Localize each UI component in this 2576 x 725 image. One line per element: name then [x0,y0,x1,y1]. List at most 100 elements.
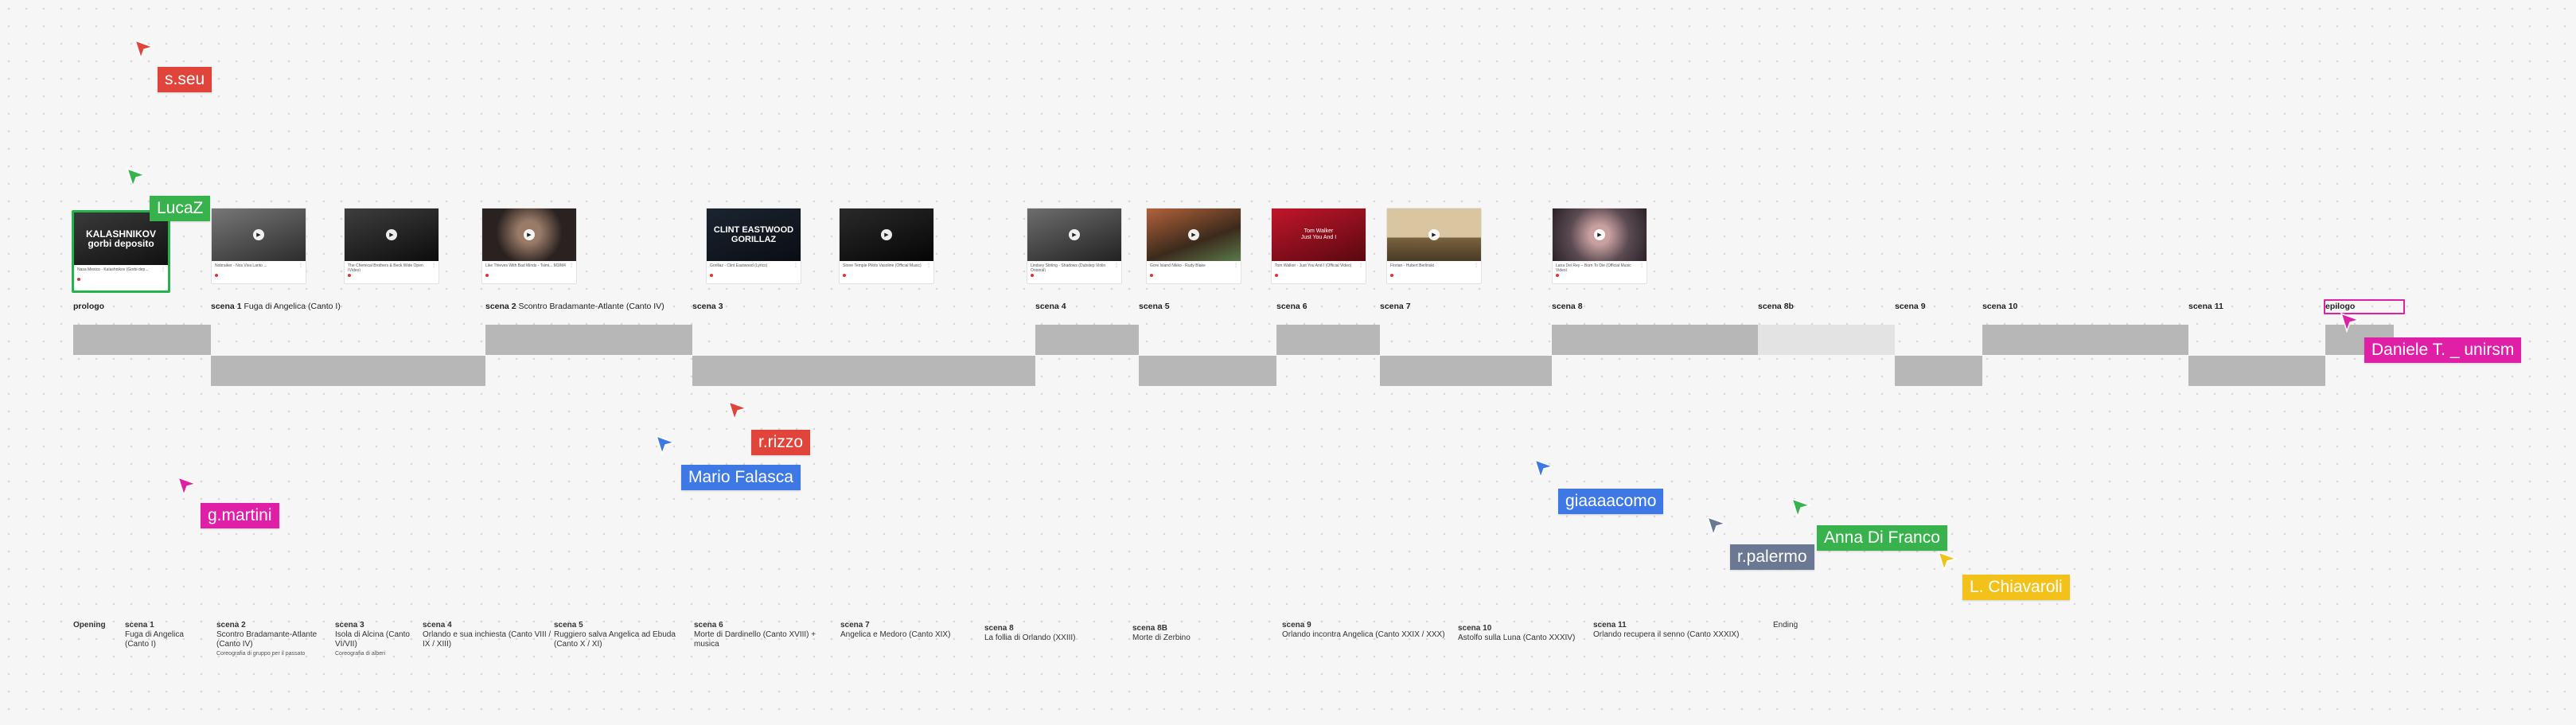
video-thumbnail[interactable]: CLINT EASTWOOD GORILLAZ [707,209,801,261]
video-title: Nasa Mexico - Kalashnikov (Gorbi dep... [77,267,149,272]
note-line: La follia di Orlando (XXIII) [984,633,1076,642]
more-options-icon[interactable]: ⋮ [1114,263,1119,268]
timeline-block-scena-7[interactable] [1380,356,1552,386]
video-title: The Chemical Brothers & Beck Wide Open (… [348,263,423,271]
more-options-icon[interactable]: ⋮ [1233,263,1238,268]
scene-label-6[interactable]: scena 6 [1276,302,1307,311]
video-thumbnail[interactable]: ▶ [1387,209,1481,261]
video-thumbnail[interactable]: ▶ [1147,209,1241,261]
note-scena-2[interactable]: scena 2 Scontro Bradamante-Atlante (Cant… [216,621,317,659]
scene-label-10[interactable]: scena 10 [1982,302,2017,311]
cursor-arrow-icon [126,167,146,188]
play-icon[interactable]: ▶ [524,229,535,240]
note-scena-1[interactable]: scena 1 Fuga di Angelica (Canto I) [125,621,184,649]
timeline-block-scena-4[interactable] [1035,325,1139,355]
timeline-block-scena-6[interactable] [1276,325,1380,355]
video-card-5[interactable]: CLINT EASTWOOD GORILLAZ Gorillaz - Clint… [706,208,801,284]
video-thumbnail[interactable]: ▶ [840,209,933,261]
note-scena-6[interactable]: scena 6 Morte di Dardinello (Canto XVIII… [694,621,816,649]
more-options-icon[interactable]: ⋮ [793,263,798,268]
scene-label-7[interactable]: scena 7 [1380,302,1411,311]
scene-label-2[interactable]: scena 2 Scontro Bradamante-Atlante (Cant… [485,302,664,311]
more-options-icon[interactable]: ⋮ [1474,263,1479,268]
video-card-2[interactable]: ▶ Nobraiker - Nos Viva Lanto ... ⋮ [211,208,306,284]
note-scena-11[interactable]: scena 11 Orlando recupera il senno (Cant… [1593,621,1739,640]
scene-label-bold: scena 11 [2188,302,2223,311]
note-scena-9[interactable]: scena 9 Orlando incontra Angelica (Canto… [1282,621,1445,640]
video-card-4[interactable]: ▶ Like Thieves With Bad Minds - Tsimi...… [481,208,577,284]
note-line: Orlando e sua inchiesta (Canto VIII / [423,630,551,639]
video-title: Florian - Hubert Berlinski [1390,263,1435,268]
more-options-icon[interactable]: ⋮ [298,263,303,268]
more-options-icon[interactable]: ⋮ [161,267,166,272]
timeline-block-scena-9[interactable] [1895,356,1982,386]
video-thumbnail[interactable]: ▶ [345,209,438,261]
note-scena-10[interactable]: scena 10 Astolfo sulla Luna (Canto XXXIV… [1458,624,1575,643]
scene-label-9[interactable]: scena 9 [1895,302,1926,311]
video-card-9[interactable]: Tom Walker Just You And I Tom Walker - J… [1271,208,1366,284]
play-icon[interactable]: ▶ [1428,229,1440,240]
play-icon[interactable]: ▶ [253,229,264,240]
timeline-block-scena-5[interactable] [1139,356,1276,386]
video-card-1[interactable]: KALASHNIKOV gorbi deposito Nasa Mexico -… [72,210,170,293]
note-line: Morte di Dardinello (Canto XVIII) + [694,630,816,639]
cursor-arrow-icon [655,435,676,455]
timeline-block-scena-8[interactable] [1552,325,1758,355]
video-card-11[interactable]: ▶ Lana Del Rey – Born To Die (Official M… [1552,208,1647,284]
more-options-icon[interactable]: ⋮ [1358,263,1363,268]
scene-label-3[interactable]: scena 3 [692,302,723,311]
more-options-icon[interactable]: ⋮ [431,263,436,268]
timeline-block-scena-3[interactable] [692,356,1035,386]
timeline-block-scena-8b[interactable] [1758,325,1895,355]
scene-label-5[interactable]: scena 5 [1139,302,1170,311]
scene-label-prologo[interactable]: prologo [73,302,104,311]
play-icon[interactable]: ▶ [386,229,397,240]
video-card-6[interactable]: ▶ Stone Temple Pilots Vasoline (Official… [839,208,934,284]
note-scena-7[interactable]: scena 7 Angelica e Medoro (Canto XIX) [840,621,950,640]
note-line: Morte di Zerbino [1132,633,1191,642]
scene-label-4[interactable]: scena 4 [1035,302,1066,311]
note-line: Orlando recupera il senno (Canto XXXIX) [1593,630,1740,639]
timeline-block-scena-1[interactable] [211,356,485,386]
video-thumbnail[interactable]: ▶ [1553,209,1647,261]
play-icon[interactable]: ▶ [1069,229,1080,240]
timeline-block-scena-10[interactable] [1982,325,2188,355]
video-thumbnail[interactable]: ▶ [212,209,306,261]
timeline-block-prologo[interactable] [73,325,211,355]
note-subtext: Coreografia di gruppo per il passato [216,651,306,657]
video-card-10[interactable]: ▶ Florian - Hubert Berlinski ⋮ [1386,208,1482,284]
timeline-block-scena-11[interactable] [2188,356,2325,386]
note-ending[interactable]: Ending [1773,621,1798,630]
video-thumbnail[interactable]: ▶ [1027,209,1121,261]
more-options-icon[interactable]: ⋮ [1639,263,1644,268]
note-line: musica [694,640,719,649]
scene-label-8b[interactable]: scena 8b [1758,302,1794,311]
video-thumbnail[interactable]: ▶ [482,209,576,261]
note-scena-3[interactable]: scena 3 Isola di Alcina (Canto VI/VII) C… [335,621,410,659]
video-thumbnail[interactable]: Tom Walker Just You And I [1272,209,1366,261]
note-line: Ending [1773,621,1799,630]
note-title: scena 10 [1458,624,1492,633]
note-scena-4[interactable]: scena 4 Orlando e sua inchiesta (Canto V… [423,621,551,649]
scene-label-1[interactable]: scena 1 Fuga di Angelica (Canto I) [211,302,341,311]
video-card-8[interactable]: ▶ Gore Island Nikko - Rudy Blake ⋮ [1146,208,1241,284]
cursor-arrow-icon [134,39,154,60]
video-card-7[interactable]: ▶ Lindsey Stirling - Shadows (Dubstep Vi… [1027,208,1122,284]
video-card-3[interactable]: ▶ The Chemical Brothers & Beck Wide Open… [344,208,439,284]
note-scena-8[interactable]: scena 8 La follia di Orlando (XXIII) [984,624,1076,643]
more-options-icon[interactable]: ⋮ [569,263,574,268]
note-opening[interactable]: Opening [73,621,106,630]
note-line: Astolfo sulla Luna (Canto XXXIV) [1458,633,1576,642]
more-options-icon[interactable]: ⋮ [926,263,931,268]
play-icon[interactable]: ▶ [1594,229,1605,240]
play-icon[interactable]: ▶ [1188,229,1199,240]
timeline-block-scena-2[interactable] [485,325,692,355]
scene-label-11[interactable]: scena 11 [2188,302,2223,311]
note-scena-8b[interactable]: scena 8B Morte di Zerbino [1132,624,1191,643]
video-title: Stone Temple Pilots Vasoline (Official M… [843,263,922,268]
play-icon[interactable]: ▶ [881,229,892,240]
cursor-name-tag: Mario Falasca [681,465,801,490]
note-subtext: Coreografia di alberi [335,651,386,657]
note-scena-5[interactable]: scena 5 Ruggiero salva Angelica ad Ebuda… [554,621,676,649]
scene-label-8[interactable]: scena 8 [1552,302,1583,311]
